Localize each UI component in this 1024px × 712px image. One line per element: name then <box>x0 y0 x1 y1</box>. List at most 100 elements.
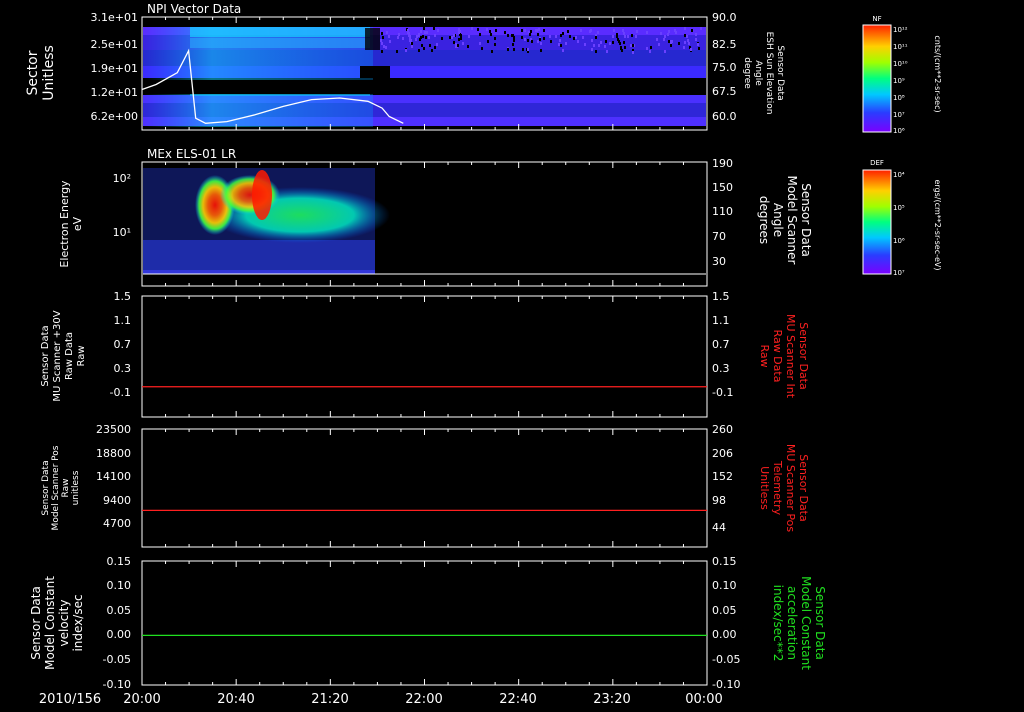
npi-speckle <box>420 30 422 33</box>
npi-speckle <box>467 45 469 48</box>
npi-speckle <box>684 27 686 30</box>
npi-speckle <box>434 34 436 37</box>
npi-speckle <box>424 31 426 34</box>
scanner-pos-left-tick: 4700 <box>103 517 131 530</box>
els-colorbar-tick: 10⁷ <box>893 269 905 277</box>
npi-colorbar-tick: 10¹¹ <box>893 43 908 51</box>
npi-speckle <box>451 36 453 39</box>
mu-raw-panel: 1.5 1.1 0.7 0.3 -0.1 1.5 1.1 0.7 0.3 -0.… <box>40 290 810 418</box>
npi-speckle <box>471 27 473 30</box>
mu-raw-right-label-line: Sensor Data <box>797 322 810 389</box>
npi-speckle <box>489 30 491 33</box>
mu-raw-left-label: Sensor Data MU Scanner +30V Raw Data Raw <box>40 310 87 401</box>
npi-speckle <box>577 40 579 43</box>
constant-right-label: Sensor Data Model Constant acceleration … <box>771 576 827 670</box>
npi-speckle <box>627 35 629 38</box>
npi-speckle <box>436 43 438 46</box>
els-left-axis: 10² 10¹ <box>113 172 131 239</box>
constant-right-tick: 0.00 <box>712 628 737 641</box>
npi-speckle <box>386 31 388 34</box>
npi-speckle <box>540 49 542 52</box>
npi-speckle <box>422 35 424 38</box>
npi-speckle <box>589 30 591 33</box>
npi-speckle <box>397 36 399 39</box>
npi-speckle <box>597 31 599 34</box>
npi-speckle <box>618 40 620 43</box>
els-right-label-line: Model Scanner <box>785 176 799 265</box>
npi-speckle <box>538 28 540 31</box>
els-colorbar-tick: 10⁵ <box>893 204 905 212</box>
constant-left-tick: -0.10 <box>103 678 131 691</box>
npi-speckle <box>595 50 597 53</box>
npi-left-label-line: Unitless <box>41 45 57 101</box>
constant-right-tick: -0.10 <box>712 678 740 691</box>
npi-speckle <box>491 50 493 53</box>
npi-speckle <box>573 37 575 40</box>
els-colorbar-title: DEF <box>870 159 884 167</box>
npi-speckle <box>381 50 383 53</box>
npi-speckle <box>558 43 560 46</box>
scanner-pos-right-label-line: Telemetry <box>771 460 784 516</box>
mu-raw-left-tick: 0.7 <box>114 338 132 351</box>
npi-speckle <box>460 34 462 37</box>
npi-speckle <box>423 27 425 30</box>
npi-speckle <box>527 39 529 42</box>
npi-speckle <box>604 45 606 48</box>
scanner-pos-left-tick: 14100 <box>96 470 131 483</box>
constant-right-tick: 0.10 <box>712 579 737 592</box>
els-title: MEx ELS-01 LR <box>147 147 236 161</box>
npi-speckle <box>562 32 564 35</box>
npi-speckle <box>524 38 526 41</box>
npi-colorbar-title: NF <box>872 15 881 23</box>
figure-canvas: 3.1e+01 2.5e+01 1.9e+01 1.2e+01 6.2e+00 … <box>25 2 942 707</box>
npi-speckle <box>691 29 693 32</box>
npi-speckle <box>700 27 702 30</box>
constant-left-tick: 0.05 <box>107 604 132 617</box>
npi-speckle <box>529 33 531 36</box>
npi-enhancement <box>190 27 370 37</box>
npi-left-tick: 3.1e+01 <box>91 11 138 24</box>
time-tick-label: 20:40 <box>217 692 254 707</box>
npi-speckle <box>684 34 686 37</box>
npi-speckle <box>646 31 648 34</box>
npi-speckle <box>612 41 614 44</box>
constant-left-label-line: velocity <box>57 600 71 647</box>
npi-speckle <box>600 41 602 44</box>
npi-speckle <box>441 37 443 40</box>
npi-speckle <box>616 35 618 38</box>
npi-enhancement <box>190 38 370 48</box>
npi-speckle <box>559 39 561 42</box>
constant-right-axis: 0.15 0.10 0.05 0.00 -0.05 -0.10 <box>712 555 740 691</box>
constant-left-tick: 0.00 <box>107 628 132 641</box>
npi-speckle <box>543 29 545 32</box>
npi-speckle <box>504 31 506 34</box>
npi-panel: 3.1e+01 2.5e+01 1.9e+01 1.2e+01 6.2e+00 … <box>25 2 785 131</box>
npi-speckle <box>684 41 686 44</box>
npi-speckle <box>409 35 411 38</box>
npi-speckle <box>420 36 422 39</box>
time-tick-label: 00:00 <box>685 692 722 707</box>
npi-speckle <box>411 45 413 48</box>
npi-speckle <box>650 46 652 49</box>
constant-right-tick: -0.05 <box>712 653 740 666</box>
els-colorbar-tick: 10⁶ <box>893 237 905 245</box>
date-label: 2010/156 <box>39 692 101 707</box>
npi-speckle <box>411 42 413 45</box>
npi-speckle <box>624 35 626 38</box>
npi-right-label-line: ESH Sun Elevation <box>764 32 774 115</box>
npi-speckle <box>481 47 483 50</box>
scanner-pos-right-tick: 44 <box>712 521 726 534</box>
npi-speckle <box>535 29 537 32</box>
scanner-pos-left-label-line: Sensor Data <box>41 460 51 515</box>
npi-speckle <box>383 45 385 48</box>
npi-speckle <box>521 29 523 32</box>
els-left-label-line: eV <box>71 216 84 231</box>
npi-speckle <box>431 49 433 52</box>
constant-left-axis: 0.15 0.10 0.05 0.00 -0.05 -0.10 <box>103 555 131 691</box>
npi-speckle <box>389 40 391 43</box>
scanner-pos-left-tick: 9400 <box>103 494 131 507</box>
npi-speckle <box>527 48 529 51</box>
npi-speckle <box>449 36 451 39</box>
mu-raw-left-label-line: Sensor Data <box>40 325 51 386</box>
els-right-label: Sensor Data Model Scanner Angle degrees <box>757 176 813 265</box>
